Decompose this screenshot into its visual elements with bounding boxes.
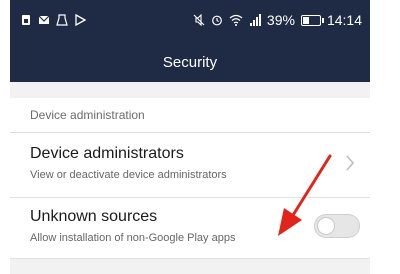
usb-debug-icon xyxy=(56,14,68,26)
play-store-icon xyxy=(75,14,86,26)
mute-icon xyxy=(193,14,205,26)
section-header-label: Device administration xyxy=(30,108,145,122)
unknown-sources-subtitle: Allow installation of non-Google Play ap… xyxy=(30,232,236,244)
wifi-icon xyxy=(229,14,243,26)
sim-card-icon xyxy=(22,15,30,25)
clock: 14:14 xyxy=(326,12,362,28)
battery-icon xyxy=(300,14,324,26)
status-bar: 39% 14:14 xyxy=(10,0,370,42)
status-right-area: 39% 14:14 xyxy=(193,12,362,28)
unknown-sources-title: Unknown sources xyxy=(30,208,158,225)
title-bar: Security xyxy=(10,42,370,82)
phone-screen: 39% 14:14 Security Device administration… xyxy=(10,0,370,274)
battery-percent: 39% xyxy=(266,12,295,28)
annotation-arrow-icon xyxy=(278,154,332,236)
page-title: Security xyxy=(162,53,218,71)
section-header: Device administration xyxy=(10,98,370,133)
mail-icon xyxy=(38,15,50,24)
alarm-icon xyxy=(212,15,222,26)
battery-level xyxy=(302,16,309,24)
device-administrators-title: Device administrators xyxy=(30,145,184,162)
device-administrators-subtitle: View or deactivate device administrators xyxy=(30,169,227,181)
status-left-icons xyxy=(20,14,86,26)
signal-icon xyxy=(249,14,261,26)
